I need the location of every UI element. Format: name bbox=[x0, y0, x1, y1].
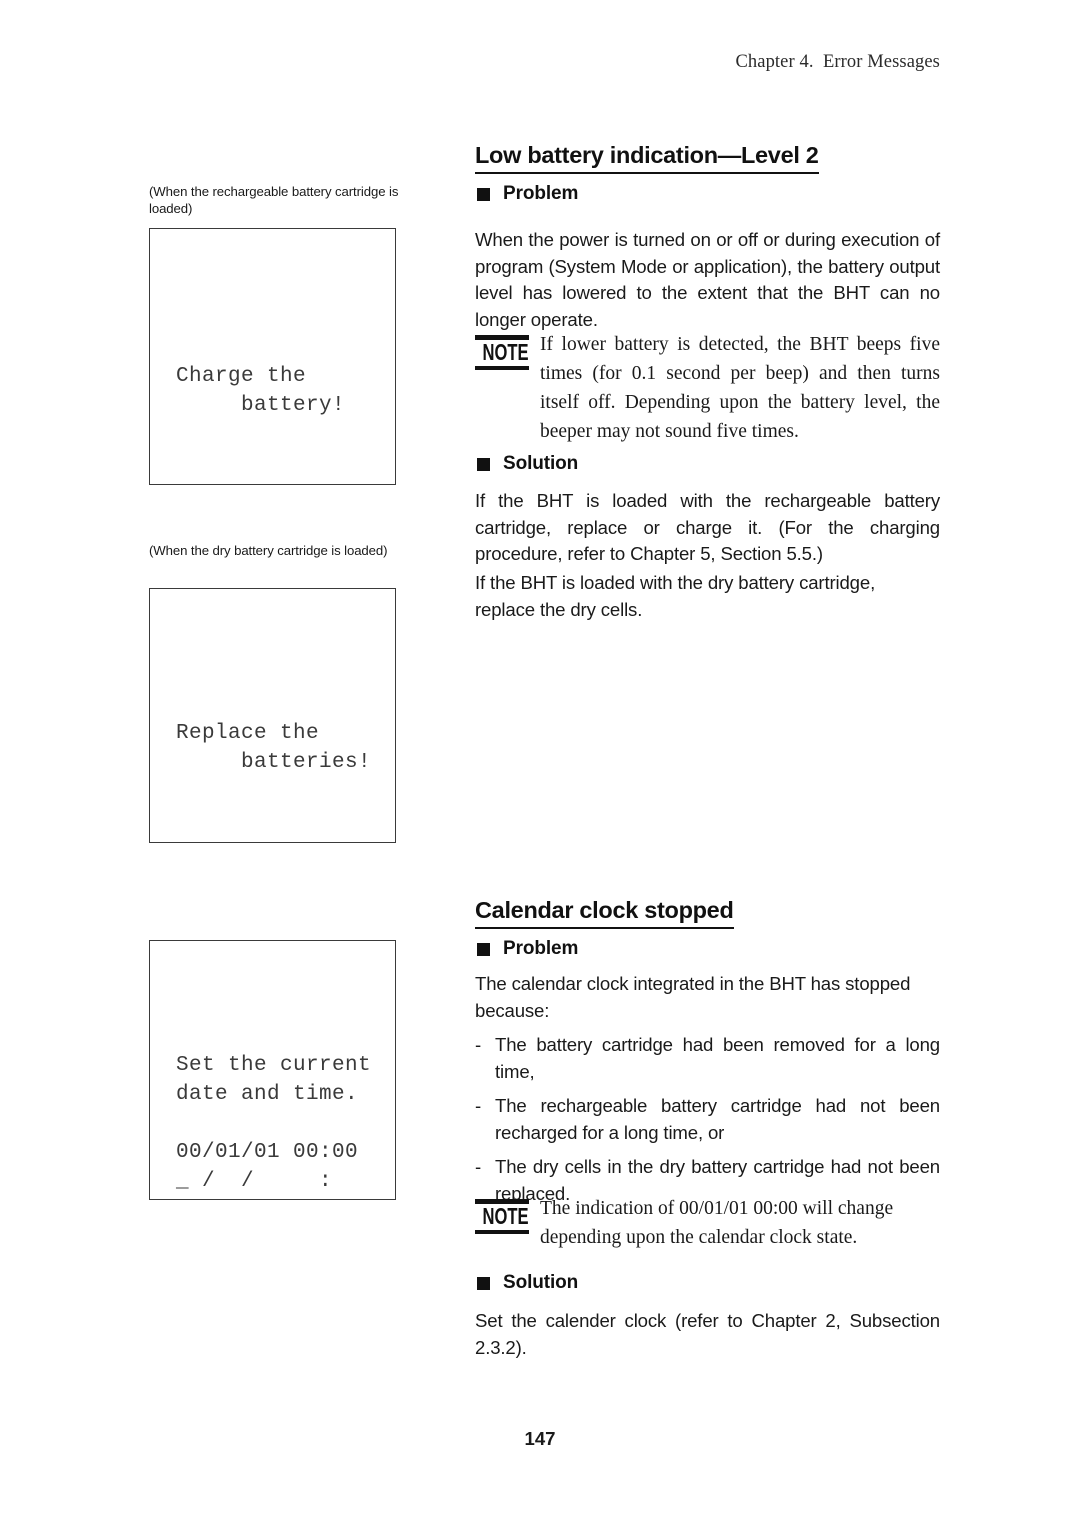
subheading-solution-2: Solution bbox=[477, 1272, 578, 1294]
subheading-label: Solution bbox=[503, 453, 579, 474]
subheading-solution-1: Solution bbox=[477, 453, 578, 475]
subheading-label: Solution bbox=[503, 1272, 579, 1293]
list-item: - The rechargeable battery cartridge had… bbox=[475, 1093, 940, 1146]
note-block-2: NOTE The indication of 00/01/01 00:00 wi… bbox=[475, 1194, 940, 1252]
dash-bullet-icon: - bbox=[475, 1034, 482, 1055]
problem-paragraph-1: When the power is turned on or off or du… bbox=[475, 229, 940, 330]
lcd-screen-set-date-time: Set the current date and time. 00/01/01 … bbox=[149, 940, 396, 1200]
note-block-1: NOTE If lower battery is detected, the B… bbox=[475, 330, 940, 446]
lcd-screen-charge-battery: Charge the battery! bbox=[149, 228, 396, 485]
problem-paragraph-2: The calendar clock integrated in the BHT… bbox=[475, 973, 911, 1021]
page-number: 147 bbox=[524, 1428, 556, 1449]
note-icon-label: NOTE bbox=[482, 1203, 529, 1229]
subheading-problem-1: Problem bbox=[477, 183, 578, 205]
section-title-low-battery: Low battery indication—Level 2 bbox=[475, 142, 819, 174]
solution-paragraph-1a: If the BHT is loaded with the rechargeab… bbox=[475, 490, 940, 564]
note-icon: NOTE bbox=[475, 1199, 529, 1234]
solution-paragraph-1b: If the BHT is loaded with the dry batter… bbox=[475, 572, 876, 620]
note-text-2: The indication of 00/01/01 00:00 will ch… bbox=[540, 1198, 894, 1248]
note-icon-label: NOTE bbox=[482, 339, 529, 365]
document-page: Chapter 4. Error Messages (When the rech… bbox=[0, 0, 1080, 1526]
running-header: Chapter 4. Error Messages bbox=[735, 52, 940, 72]
square-bullet-icon bbox=[477, 942, 490, 956]
lcd-caption-dry-battery: (When the dry battery cartridge is loade… bbox=[149, 543, 388, 558]
note-icon: NOTE bbox=[475, 335, 529, 370]
section-title-calendar-clock: Calendar clock stopped bbox=[475, 897, 734, 929]
subheading-label: Problem bbox=[503, 183, 579, 204]
dash-bullet-icon: - bbox=[475, 1095, 482, 1116]
list-item-text: The rechargeable battery cartridge had n… bbox=[495, 1095, 940, 1143]
lcd-caption-rechargeable: (When the rechargeable battery cartridge… bbox=[149, 184, 399, 216]
solution-paragraph-2: Set the calender clock (refer to Chapter… bbox=[475, 1310, 940, 1358]
subheading-label: Problem bbox=[503, 938, 579, 959]
list-item-text: The battery cartridge had been removed f… bbox=[495, 1034, 940, 1082]
cause-list: - The battery cartridge had been removed… bbox=[475, 1032, 940, 1207]
note-text-1: If lower battery is detected, the BHT be… bbox=[540, 334, 940, 442]
note-icon-bottom-bar bbox=[475, 1229, 529, 1234]
list-item: - The battery cartridge had been removed… bbox=[475, 1032, 940, 1085]
subheading-problem-2: Problem bbox=[477, 938, 578, 960]
lcd-screen-text: Set the current date and time. 00/01/01 … bbox=[176, 1054, 372, 1193]
square-bullet-icon bbox=[477, 1276, 490, 1290]
lcd-screen-text: Replace the batteries! bbox=[176, 722, 372, 774]
square-bullet-icon bbox=[477, 457, 490, 471]
square-bullet-icon bbox=[477, 187, 490, 201]
lcd-screen-text: Charge the battery! bbox=[176, 365, 346, 417]
note-icon-bottom-bar bbox=[475, 365, 529, 370]
lcd-screen-replace-batteries: Replace the batteries! bbox=[149, 588, 396, 843]
